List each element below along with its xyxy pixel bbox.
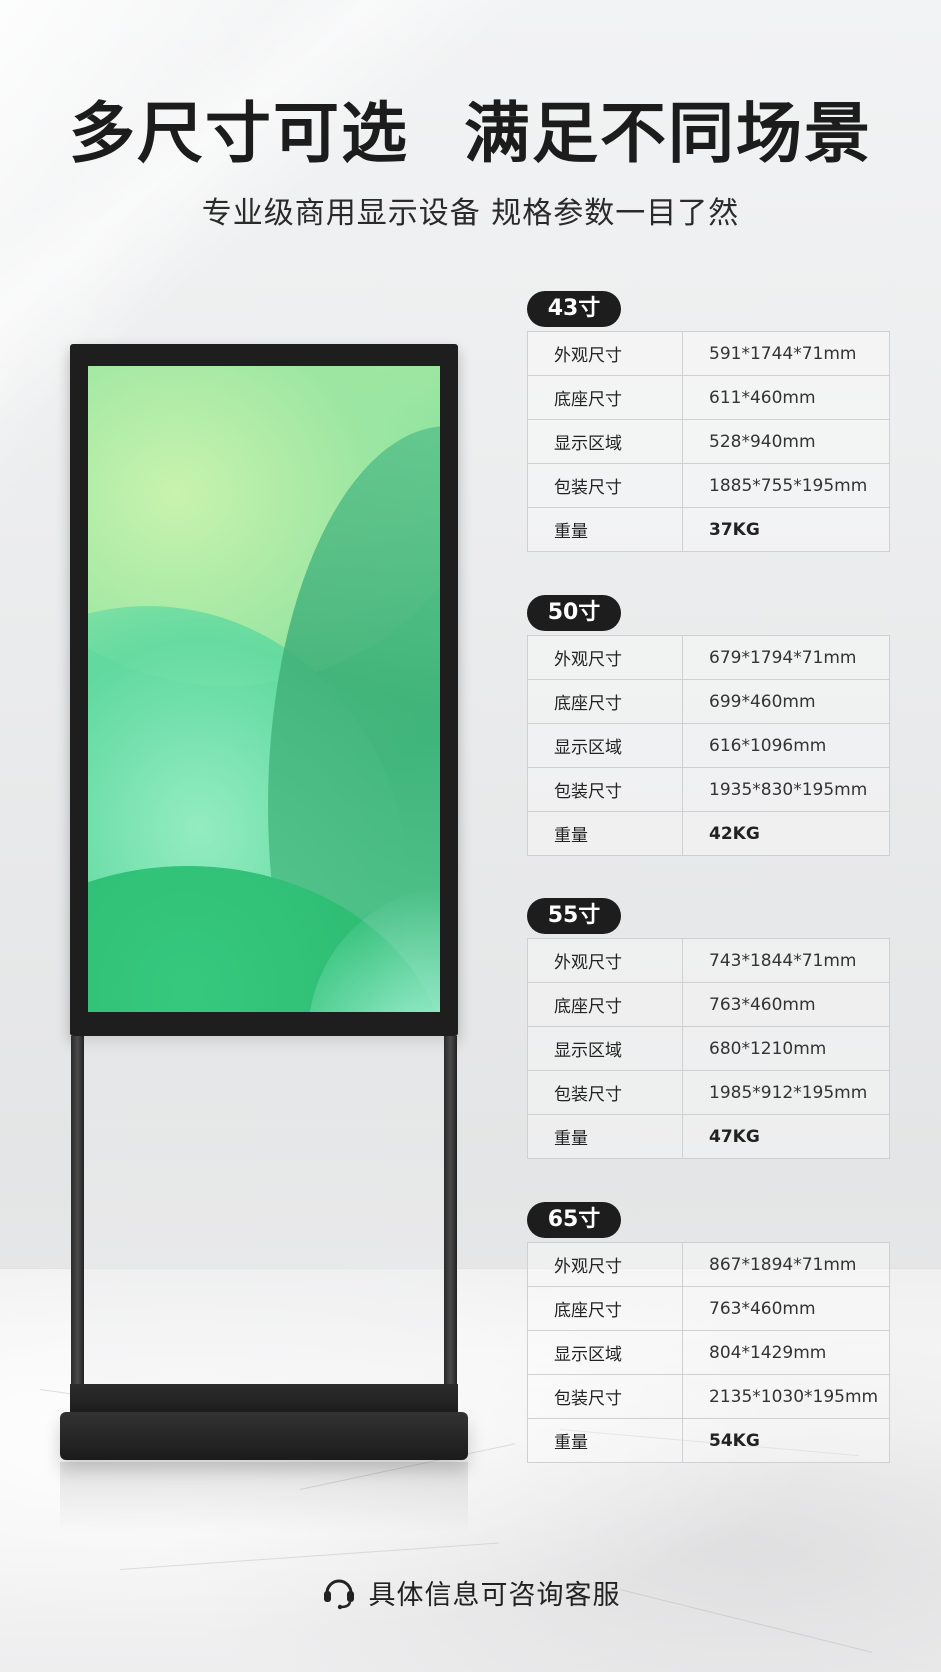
table-row: 重量 37KG: [527, 507, 890, 552]
table-row: 显示区域 528*940mm: [527, 419, 890, 464]
spec-label: 底座尺寸: [527, 679, 683, 724]
kiosk-screen: [88, 366, 440, 1012]
table-row: 包装尺寸 1885*755*195mm: [527, 463, 890, 508]
spec-value: 611*460mm: [682, 375, 890, 420]
spec-group-55: 55寸 外观尺寸 743*1844*71mm 底座尺寸 763*460mm 显示区域…: [527, 898, 890, 1159]
spec-label: 外观尺寸: [527, 938, 683, 983]
spec-label: 重量: [527, 1418, 683, 1463]
table-row: 底座尺寸 699*460mm: [527, 679, 890, 724]
spec-value: 1985*912*195mm: [682, 1070, 890, 1115]
size-badge: 65寸: [527, 1202, 621, 1238]
size-badge: 55寸: [527, 898, 621, 934]
table-row: 重量 42KG: [527, 811, 890, 856]
spec-label: 包装尺寸: [527, 1070, 683, 1115]
kiosk-base-foot: [60, 1412, 468, 1460]
spec-label: 显示区域: [527, 1330, 683, 1375]
spec-label: 外观尺寸: [527, 635, 683, 680]
table-row: 底座尺寸 763*460mm: [527, 1286, 890, 1331]
table-row: 外观尺寸 591*1744*71mm: [527, 331, 890, 376]
spec-group-65: 65寸 外观尺寸 867*1894*71mm 底座尺寸 763*460mm 显示区域…: [527, 1202, 890, 1463]
footer-text: 具体信息可咨询客服: [368, 1579, 621, 1611]
kiosk-post-right: [444, 1036, 457, 1386]
spec-label: 显示区域: [527, 419, 683, 464]
spec-group-50: 50寸 外观尺寸 679*1794*71mm 底座尺寸 699*460mm 显示区域…: [527, 595, 890, 856]
spec-value: 680*1210mm: [682, 1026, 890, 1071]
spec-label: 重量: [527, 507, 683, 552]
spec-table: 外观尺寸 743*1844*71mm 底座尺寸 763*460mm 显示区域 680*…: [527, 938, 890, 1159]
table-row: 外观尺寸 679*1794*71mm: [527, 635, 890, 680]
table-row: 显示区域 680*1210mm: [527, 1026, 890, 1071]
spec-label: 包装尺寸: [527, 463, 683, 508]
table-row: 显示区域 616*1096mm: [527, 723, 890, 768]
spec-value: 1935*830*195mm: [682, 767, 890, 812]
spec-value: 47KG: [682, 1114, 890, 1159]
spec-table: 外观尺寸 591*1744*71mm 底座尺寸 611*460mm 显示区域 528*…: [527, 331, 890, 552]
spec-group-43: 43寸 外观尺寸 591*1744*71mm 底座尺寸 611*460mm 显示区域…: [527, 291, 890, 552]
spec-value: 37KG: [682, 507, 890, 552]
spec-table: 外观尺寸 867*1894*71mm 底座尺寸 763*460mm 显示区域 804*…: [527, 1242, 890, 1463]
spec-value: 763*460mm: [682, 1286, 890, 1331]
page-title: 多尺寸可选 满足不同场景: [69, 95, 872, 172]
spec-value: 867*1894*71mm: [682, 1242, 890, 1287]
size-badge: 43寸: [527, 291, 621, 327]
table-row: 包装尺寸 2135*1030*195mm: [527, 1374, 890, 1419]
spec-label: 重量: [527, 811, 683, 856]
spec-value: 699*460mm: [682, 679, 890, 724]
page-subtitle: 专业级商用显示设备 规格参数一目了然: [201, 196, 740, 231]
table-row: 包装尺寸 1985*912*195mm: [527, 1070, 890, 1115]
table-row: 显示区域 804*1429mm: [527, 1330, 890, 1375]
spec-table: 外观尺寸 679*1794*71mm 底座尺寸 699*460mm 显示区域 616*…: [527, 635, 890, 856]
spec-value: 2135*1030*195mm: [682, 1374, 890, 1419]
spec-label: 外观尺寸: [527, 331, 683, 376]
spec-value: 616*1096mm: [682, 723, 890, 768]
spec-label: 显示区域: [527, 1026, 683, 1071]
spec-label: 包装尺寸: [527, 767, 683, 812]
spec-value: 54KG: [682, 1418, 890, 1463]
spec-value: 743*1844*71mm: [682, 938, 890, 983]
kiosk-open-panel: [84, 1036, 444, 1386]
table-row: 包装尺寸 1935*830*195mm: [527, 767, 890, 812]
spec-label: 底座尺寸: [527, 1286, 683, 1331]
spec-label: 包装尺寸: [527, 1374, 683, 1419]
spec-label: 显示区域: [527, 723, 683, 768]
table-row: 外观尺寸 743*1844*71mm: [527, 938, 890, 983]
table-row: 底座尺寸 763*460mm: [527, 982, 890, 1027]
headset-icon: [321, 1574, 357, 1610]
spec-label: 底座尺寸: [527, 982, 683, 1027]
spec-value: 763*460mm: [682, 982, 890, 1027]
spec-label: 外观尺寸: [527, 1242, 683, 1287]
spec-value: 679*1794*71mm: [682, 635, 890, 680]
spec-label: 底座尺寸: [527, 375, 683, 420]
spec-value: 804*1429mm: [682, 1330, 890, 1375]
kiosk-post-left: [71, 1036, 84, 1386]
table-row: 外观尺寸 867*1894*71mm: [527, 1242, 890, 1287]
spec-value: 528*940mm: [682, 419, 890, 464]
spec-value: 591*1744*71mm: [682, 331, 890, 376]
kiosk-reflection: [60, 1462, 468, 1532]
size-badge: 50寸: [527, 595, 621, 631]
spec-value: 42KG: [682, 811, 890, 856]
spec-label: 重量: [527, 1114, 683, 1159]
table-row: 重量 47KG: [527, 1114, 890, 1159]
spec-value: 1885*755*195mm: [682, 463, 890, 508]
customer-service-note: 具体信息可咨询客服: [0, 1572, 941, 1612]
table-row: 重量 54KG: [527, 1418, 890, 1463]
table-row: 底座尺寸 611*460mm: [527, 375, 890, 420]
